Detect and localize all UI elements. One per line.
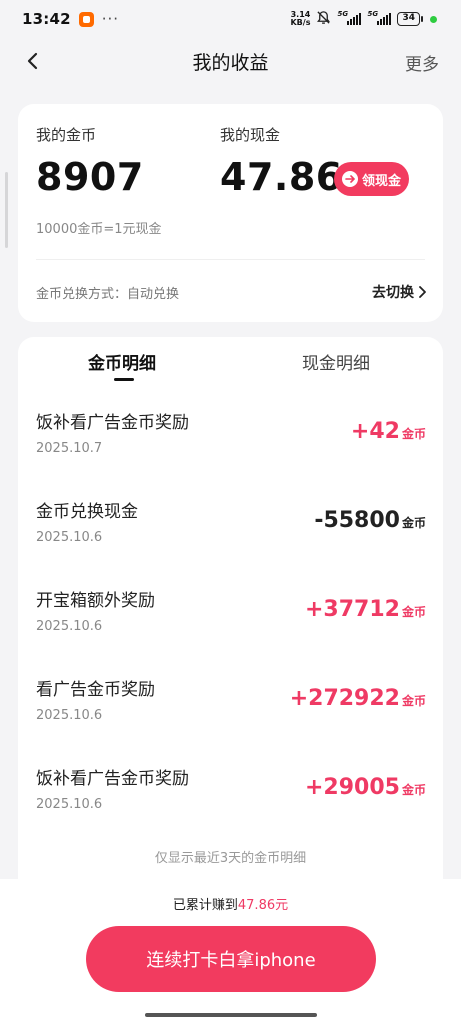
cash-label: 我的现金: [220, 126, 281, 144]
earnings-summary-card: 我的金币 8907 我的现金 47.86 领现金 10000金币=1元现金 金币…: [18, 104, 443, 322]
coin-balance: 我的金币 8907: [36, 124, 144, 199]
history-footnote: 仅显示最近3天的金币明细: [154, 851, 307, 866]
scroll-indicator: [5, 172, 8, 248]
network-speed: 3.14 KB/s: [290, 10, 311, 27]
switch-label: 去切换: [372, 285, 414, 301]
total-earned-value: 47.86元: [237, 898, 289, 913]
status-bar: 13:42 ··· 3.14 KB/s 5G 5G 34: [0, 0, 461, 38]
record-title: 开宝箱额外奖励: [36, 591, 155, 611]
record-date: 2025.10.6: [36, 708, 103, 723]
app-notification-icon: [78, 11, 94, 27]
exchange-mode-text: 金币兑换方式：自动兑换: [36, 287, 180, 302]
page-title: 我的收益: [192, 51, 269, 74]
record-title: 金币兑换现金: [36, 502, 138, 522]
chevron-left-icon: [27, 52, 38, 70]
signal-icon-2: 5G: [367, 10, 392, 25]
signal-icon: 5G: [337, 10, 362, 25]
withdraw-cash-button[interactable]: 领现金: [334, 162, 409, 196]
list-item: 金币兑换现金 2025.10.6 -55800 金币: [18, 488, 443, 577]
active-tab-indicator: [114, 378, 134, 381]
checkin-cta-button[interactable]: 连续打卡白拿iphone: [86, 926, 376, 992]
record-amount: +29005 金币: [305, 775, 426, 800]
record-date: 2025.10.6: [36, 797, 103, 812]
exchange-rate-note: 10000金币=1元现金: [36, 222, 162, 237]
detail-tabs: 金币明细 现金明细: [18, 337, 443, 387]
record-amount: -55800 金币: [314, 508, 426, 533]
wallet-icon: [341, 171, 358, 187]
record-amount: +42 金币: [350, 419, 426, 444]
cash-balance: 我的现金 47.86: [220, 124, 343, 199]
switch-exchange-button[interactable]: 去切换: [372, 282, 427, 302]
record-list: 饭补看广告金币奖励 2025.10.7 +42 金币 金币兑换现金 2025.10…: [18, 399, 443, 844]
chevron-right-icon: [419, 286, 426, 298]
record-title: 看广告金币奖励: [36, 680, 155, 700]
bell-off-icon: [316, 10, 331, 29]
record-amount: +272922 金币: [289, 686, 426, 711]
record-amount: +37712 金币: [305, 597, 426, 622]
tab-coin-details[interactable]: 金币明细: [88, 349, 156, 374]
coin-label: 我的金币: [36, 126, 97, 144]
list-item: 饭补看广告金币奖励 2025.10.7 +42 金币: [18, 399, 443, 488]
record-date: 2025.10.7: [36, 441, 103, 456]
details-card: 金币明细 现金明细 饭补看广告金币奖励 2025.10.7 +42 金币 金币兑换…: [18, 337, 443, 897]
back-button[interactable]: [18, 46, 48, 76]
home-indicator[interactable]: [145, 1013, 317, 1017]
status-time: 13:42: [22, 10, 71, 28]
more-button[interactable]: 更多: [405, 50, 439, 75]
record-date: 2025.10.6: [36, 619, 103, 634]
more-notifications-icon: ···: [101, 10, 120, 28]
record-date: 2025.10.6: [36, 530, 103, 545]
cash-value: 47.86: [220, 155, 343, 199]
list-item: 开宝箱额外奖励 2025.10.6 +37712 金币: [18, 577, 443, 666]
list-item: 看广告金币奖励 2025.10.6 +272922 金币: [18, 666, 443, 755]
page-header: 我的收益 更多: [0, 38, 461, 84]
battery-icon: 34: [397, 12, 423, 26]
divider: [36, 259, 425, 260]
record-title: 饭补看广告金币奖励: [36, 413, 189, 433]
total-earned-text: 已累计赚到47.86元: [172, 898, 289, 913]
tab-cash-details[interactable]: 现金明细: [302, 349, 370, 374]
coin-value: 8907: [36, 155, 144, 199]
record-title: 饭补看广告金币奖励: [36, 769, 189, 789]
withdraw-label: 领现金: [361, 173, 401, 189]
privacy-indicator-dot: [430, 15, 437, 23]
bottom-action-bar: 已累计赚到47.86元 连续打卡白拿iphone: [0, 879, 461, 1024]
list-item: 饭补看广告金币奖励 2025.10.6 +29005 金币: [18, 755, 443, 844]
